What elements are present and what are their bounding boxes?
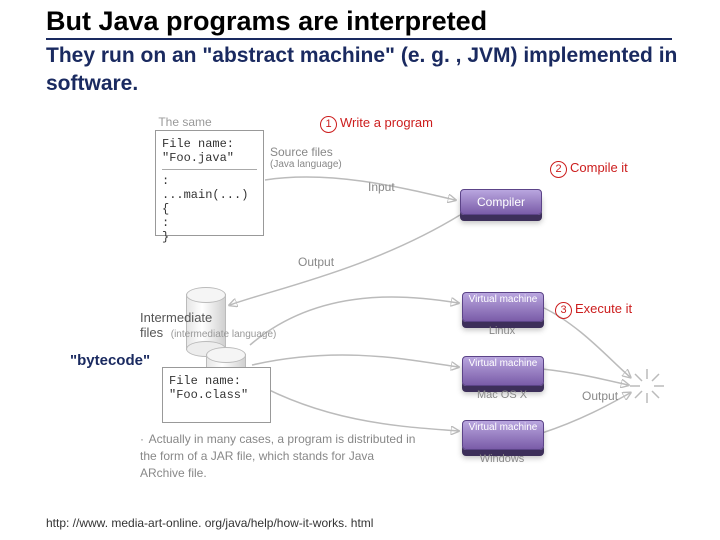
vm2-label: Virtual machine: [463, 357, 543, 371]
inter-2: files: [140, 325, 163, 340]
output-label-2: Output: [582, 389, 618, 403]
os-windows-label: Windows: [462, 453, 542, 465]
step-1-text: Write a program: [340, 115, 433, 130]
output-sparkle-icon: [630, 369, 664, 403]
vm1-label: Virtual machine: [463, 293, 543, 307]
title-underline: [46, 38, 672, 40]
source-url: http: //www. media-art-online. org/java/…: [46, 516, 373, 530]
vm-linux-button: Virtual machine: [462, 292, 544, 322]
file1-line2: ...main(...) {: [162, 188, 248, 216]
compiler-button: Compiler: [460, 189, 542, 215]
java-language-label: (Java language): [270, 159, 342, 170]
file2-header: File name:: [169, 374, 241, 388]
slide-title: But Java programs are interpreted: [46, 6, 487, 37]
step-1-label: 1Write a program: [320, 115, 433, 133]
vm-macosx-button: Virtual machine: [462, 356, 544, 386]
step-2-label: 2Compile it: [550, 160, 628, 178]
file1-name: "Foo.java": [162, 151, 234, 165]
inter-lang: (intermediate language): [171, 329, 277, 340]
os-macosx-label: Mac OS X: [462, 389, 542, 401]
inter-1: Intermediate: [140, 310, 212, 325]
jar-note-text: Actually in many cases, a program is dis…: [140, 432, 415, 480]
file1-line4: }: [162, 230, 169, 244]
slide-subtitle: They run on an "abstract machine" (e. g.…: [46, 42, 720, 99]
class-file-box: File name: "Foo.class": [162, 367, 271, 423]
vm-windows-button: Virtual machine: [462, 420, 544, 450]
file2-name: "Foo.class": [169, 388, 248, 402]
source-file-box: File name: "Foo.java" : ...main(...) { :…: [155, 130, 264, 236]
file1-header: File name:: [162, 137, 234, 151]
output-label-1: Output: [298, 255, 334, 269]
source-files-label: Source files: [270, 145, 333, 159]
bytecode-annotation: "bytecode": [70, 352, 150, 369]
step-3-label: 3Execute it: [555, 301, 632, 319]
vm3-label: Virtual machine: [463, 421, 543, 435]
step-2-text: Compile it: [570, 160, 628, 175]
file1-line3: :: [162, 216, 169, 230]
step-3-text: Execute it: [575, 301, 632, 316]
input-label: Input: [368, 180, 395, 194]
os-linux-label: Linux: [462, 325, 542, 337]
file1-line1: :: [162, 174, 169, 188]
jar-note: · Actually in many cases, a program is d…: [140, 431, 420, 481]
java-flow-diagram: 1Write a program 2Compile it 3Execute it…: [150, 115, 680, 505]
intermediate-files-label: Intermediate files (intermediate languag…: [140, 310, 276, 340]
